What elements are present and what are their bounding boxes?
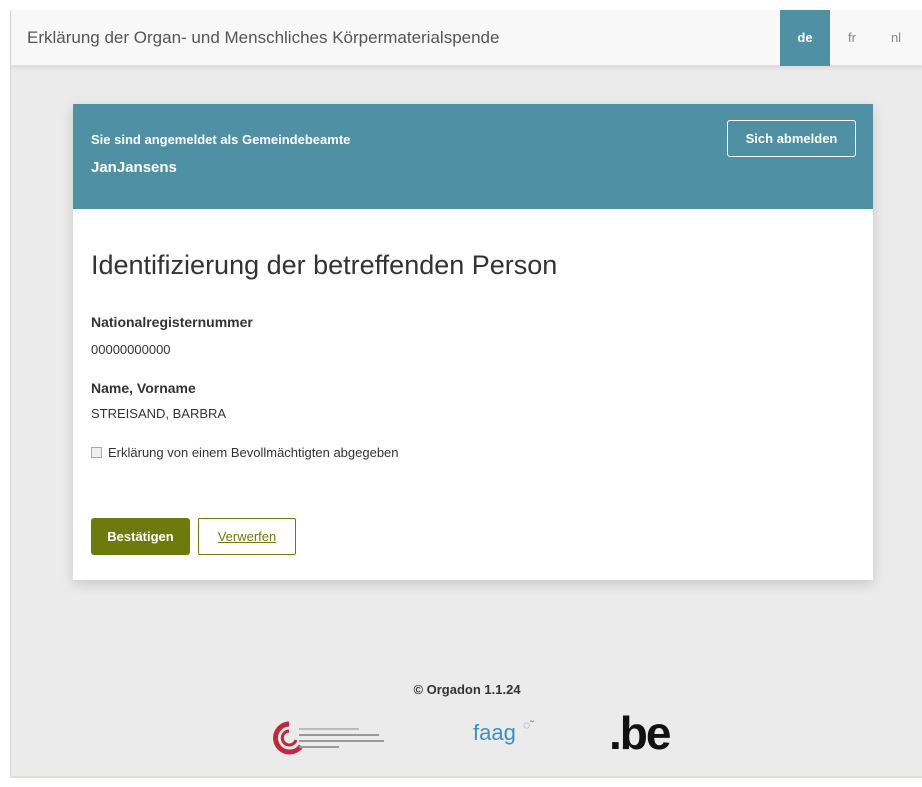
name-value: STREISAND, BARBRA: [91, 406, 227, 421]
faag-logo: faag: [473, 720, 516, 745]
top-navbar: Erklärung der Organ- und Menschliches Kö…: [11, 10, 922, 66]
logout-button[interactable]: Sich abmelden: [727, 120, 856, 157]
footer-copyright: © Orgadon 1.1.24: [413, 682, 521, 697]
national-register-value: 00000000000: [91, 342, 171, 357]
proxy-checkbox[interactable]: [91, 447, 102, 458]
faag-wave-icon: ◌̃: [523, 718, 531, 732]
proxy-checkbox-row[interactable]: Erklärung von einem Bevollmächtigten abg…: [91, 445, 399, 460]
logged-in-text: Sie sind angemeldet als Gemeindebeamte: [91, 132, 351, 147]
app-title[interactable]: Erklärung der Organ- und Menschliches Kö…: [27, 28, 499, 48]
discard-button[interactable]: Verwerfen: [198, 518, 296, 555]
page-title: Identifizierung der betreffenden Person: [91, 250, 558, 280]
identification-card: Sie sind angemeldet als Gemeindebeamte J…: [73, 104, 873, 580]
be-logo: .be: [609, 706, 671, 760]
name-label: Name, Vorname: [91, 380, 196, 396]
session-header: Sie sind angemeldet als Gemeindebeamte J…: [73, 104, 873, 209]
language-de[interactable]: de: [780, 10, 830, 66]
proxy-checkbox-label[interactable]: Erklärung von einem Bevollmächtigten abg…: [108, 445, 399, 460]
confirm-button[interactable]: Bestätigen: [91, 518, 190, 555]
bottom-divider: [10, 776, 922, 778]
username: JanJansens: [91, 159, 177, 176]
language-nl[interactable]: nl: [874, 10, 918, 66]
app-frame: Erklärung der Organ- und Menschliches Kö…: [10, 10, 922, 776]
national-register-label: Nationalregisternummer: [91, 314, 253, 330]
fps-text-lines: [299, 728, 384, 752]
language-fr[interactable]: fr: [830, 10, 874, 66]
be-logo-text: .be: [609, 707, 671, 759]
fps-health-logo: [269, 714, 404, 764]
